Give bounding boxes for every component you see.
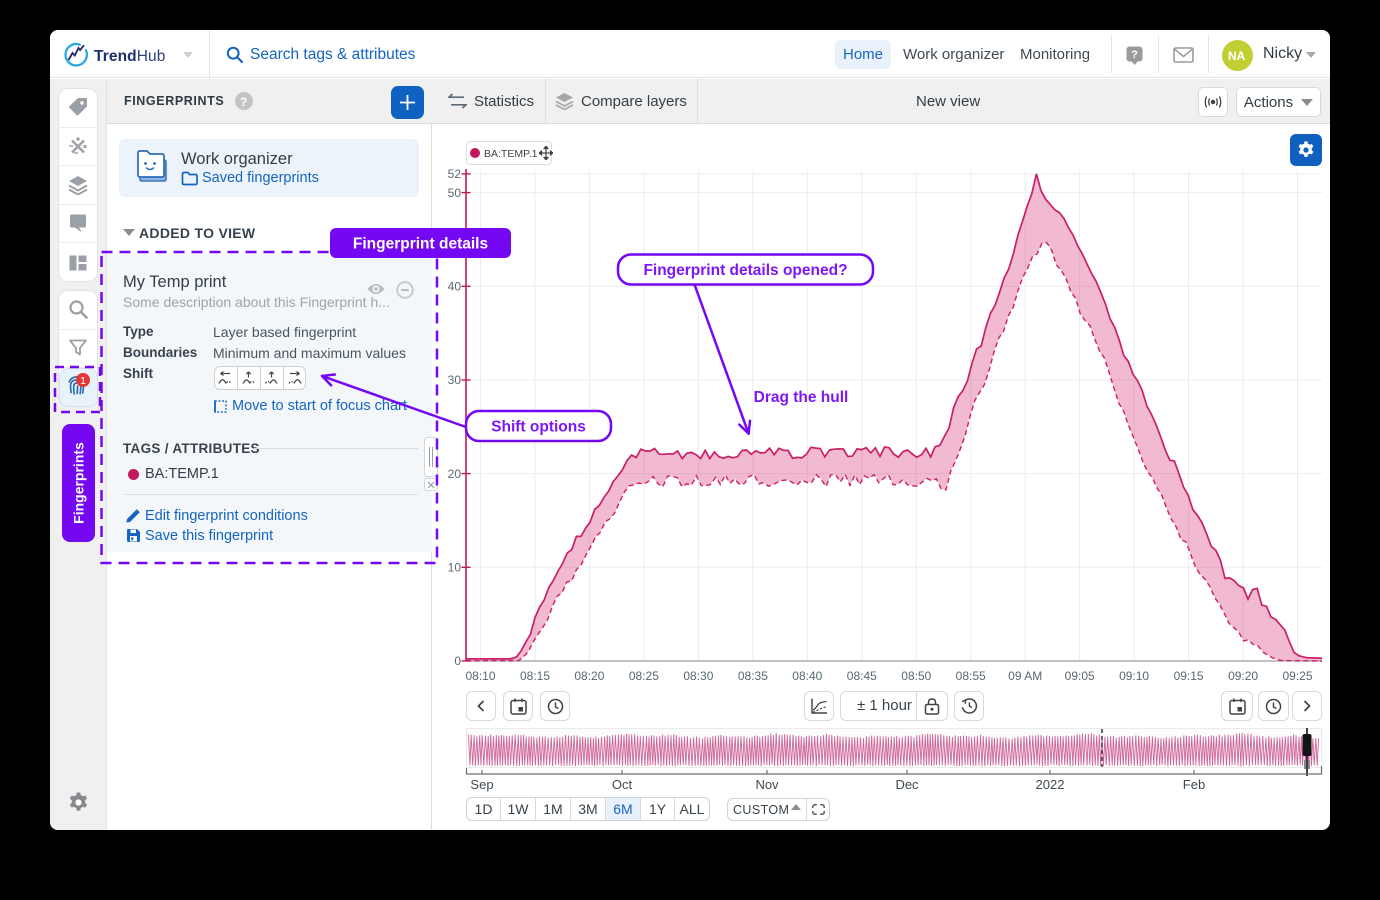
svg-text:09:10: 09:10 — [1119, 669, 1149, 683]
svg-text:30: 30 — [448, 373, 462, 387]
svg-text:09:15: 09:15 — [1174, 669, 1204, 683]
svg-text:08:50: 08:50 — [901, 669, 931, 683]
svg-text:08:35: 08:35 — [738, 669, 768, 683]
svg-text:0: 0 — [454, 654, 461, 668]
svg-text:08:30: 08:30 — [683, 669, 713, 683]
svg-text:09 AM: 09 AM — [1008, 669, 1042, 683]
svg-text:08:15: 08:15 — [520, 669, 550, 683]
svg-text:Oct: Oct — [612, 777, 633, 792]
svg-text:Dec: Dec — [895, 777, 919, 792]
svg-text:09:25: 09:25 — [1282, 669, 1312, 683]
svg-text:Shift options: Shift options — [491, 419, 586, 436]
svg-text:Fingerprint details opened?: Fingerprint details opened? — [643, 262, 847, 279]
svg-text:08:55: 08:55 — [956, 669, 986, 683]
svg-text:Drag the hull: Drag the hull — [754, 389, 849, 406]
svg-text:Feb: Feb — [1183, 777, 1205, 792]
svg-text:40: 40 — [448, 280, 462, 294]
svg-text:08:10: 08:10 — [465, 669, 495, 683]
svg-text:Fingerprint details: Fingerprint details — [353, 236, 488, 253]
svg-text:2022: 2022 — [1036, 777, 1065, 792]
svg-text:09:20: 09:20 — [1228, 669, 1258, 683]
svg-text:08:25: 08:25 — [629, 669, 659, 683]
svg-text:09:05: 09:05 — [1065, 669, 1095, 683]
svg-text:52: 52 — [448, 167, 462, 181]
svg-text:08:45: 08:45 — [847, 669, 877, 683]
svg-text:08:40: 08:40 — [792, 669, 822, 683]
svg-text:Nov: Nov — [755, 777, 779, 792]
svg-text:50: 50 — [448, 186, 462, 200]
svg-text:Sep: Sep — [470, 777, 493, 792]
svg-text:08:20: 08:20 — [574, 669, 604, 683]
svg-text:20: 20 — [448, 467, 462, 481]
svg-text:10: 10 — [448, 561, 462, 575]
